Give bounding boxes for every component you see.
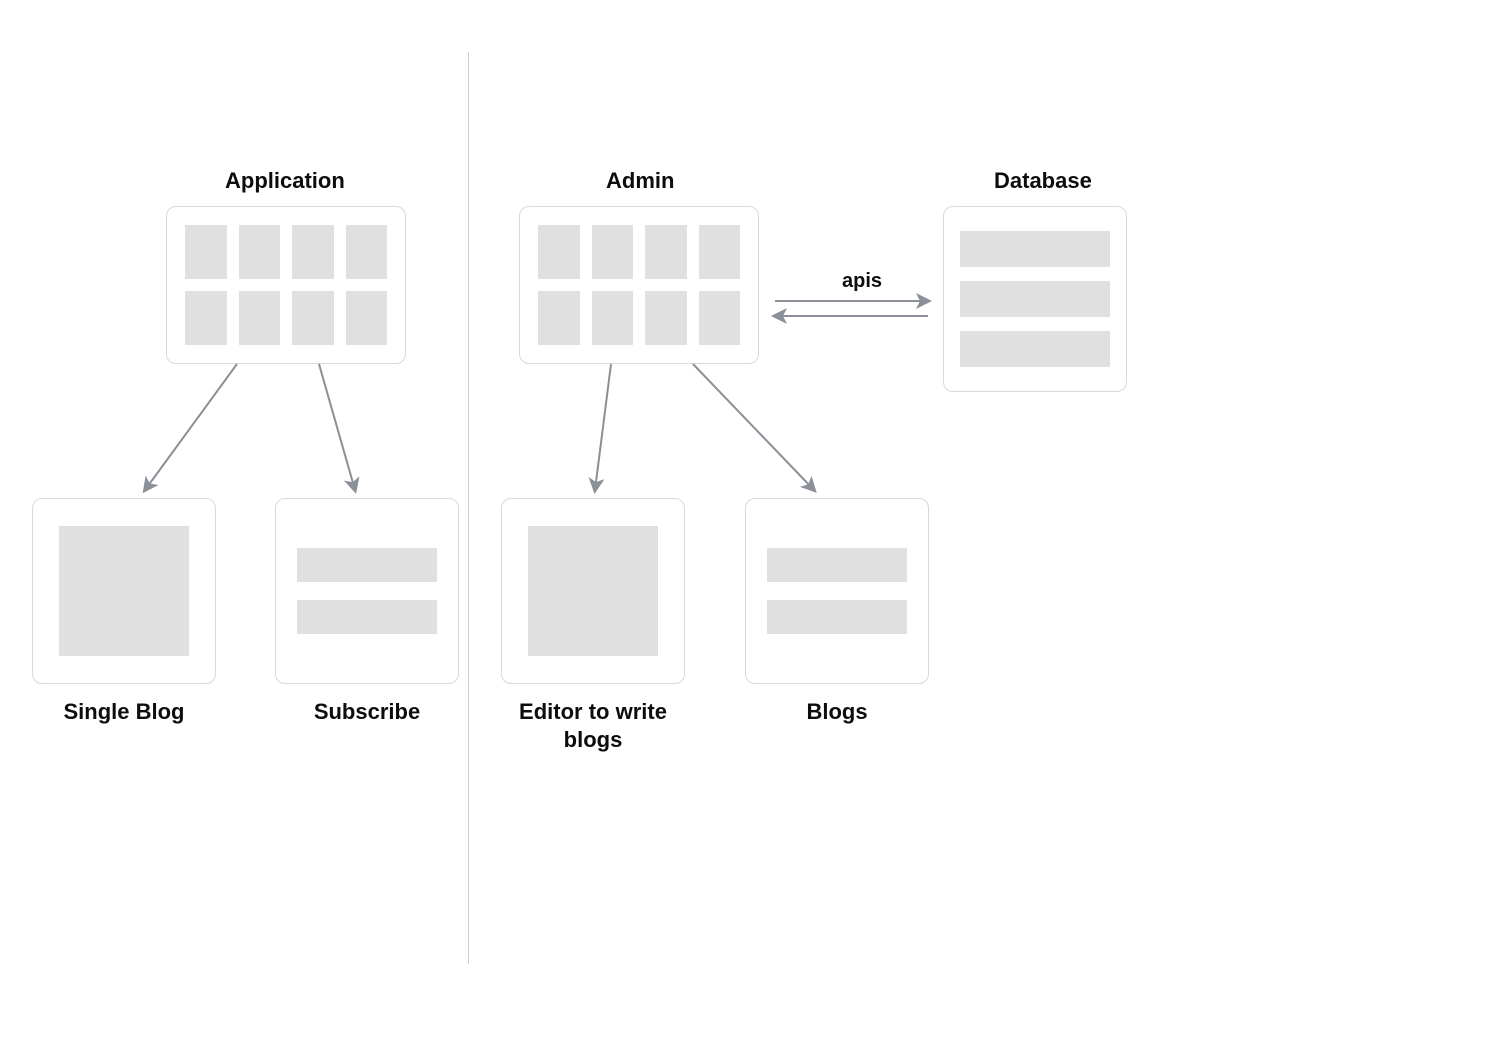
subscribe-wireframe [275,498,459,684]
placeholder-tile [699,225,741,279]
placeholder-row [960,281,1110,317]
placeholder-tile [538,225,580,279]
blogs-label: Blogs [737,698,937,726]
placeholder-tile [346,225,388,279]
arrow-admin-to-editor [595,364,611,490]
placeholder-tile [185,225,227,279]
placeholder-image [528,526,658,656]
placeholder-tile [239,225,281,279]
database-wireframe [943,206,1127,392]
arrow-app-to-single-blog [145,364,237,490]
placeholder-tile [592,291,634,345]
architecture-diagram: Application Admin Database apis Single B… [0,0,1500,1039]
arrow-admin-to-blogs [693,364,814,490]
admin-wireframe [519,206,759,364]
placeholder-row [767,600,907,634]
editor-label: Editor to write blogs [493,698,693,753]
placeholder-tile [645,225,687,279]
placeholder-row [960,331,1110,367]
arrow-app-to-subscribe [319,364,355,490]
application-wireframe [166,206,406,364]
placeholder-tile [185,291,227,345]
single-blog-label: Single Blog [24,698,224,726]
blogs-wireframe [745,498,929,684]
placeholder-row [960,231,1110,267]
subscribe-label: Subscribe [267,698,467,726]
admin-title: Admin [606,168,674,194]
placeholder-tile [645,291,687,345]
single-blog-wireframe [32,498,216,684]
placeholder-tile [239,291,281,345]
placeholder-tile [346,291,388,345]
editor-wireframe [501,498,685,684]
database-title: Database [994,168,1092,194]
placeholder-tile [699,291,741,345]
placeholder-row [297,548,437,582]
placeholder-row [297,600,437,634]
placeholder-tile [538,291,580,345]
placeholder-row [767,548,907,582]
placeholder-tile [292,225,334,279]
placeholder-tile [292,291,334,345]
placeholder-image [59,526,189,656]
application-title: Application [225,168,345,194]
apis-connector-label: apis [842,270,882,293]
section-divider [468,52,469,964]
placeholder-tile [592,225,634,279]
